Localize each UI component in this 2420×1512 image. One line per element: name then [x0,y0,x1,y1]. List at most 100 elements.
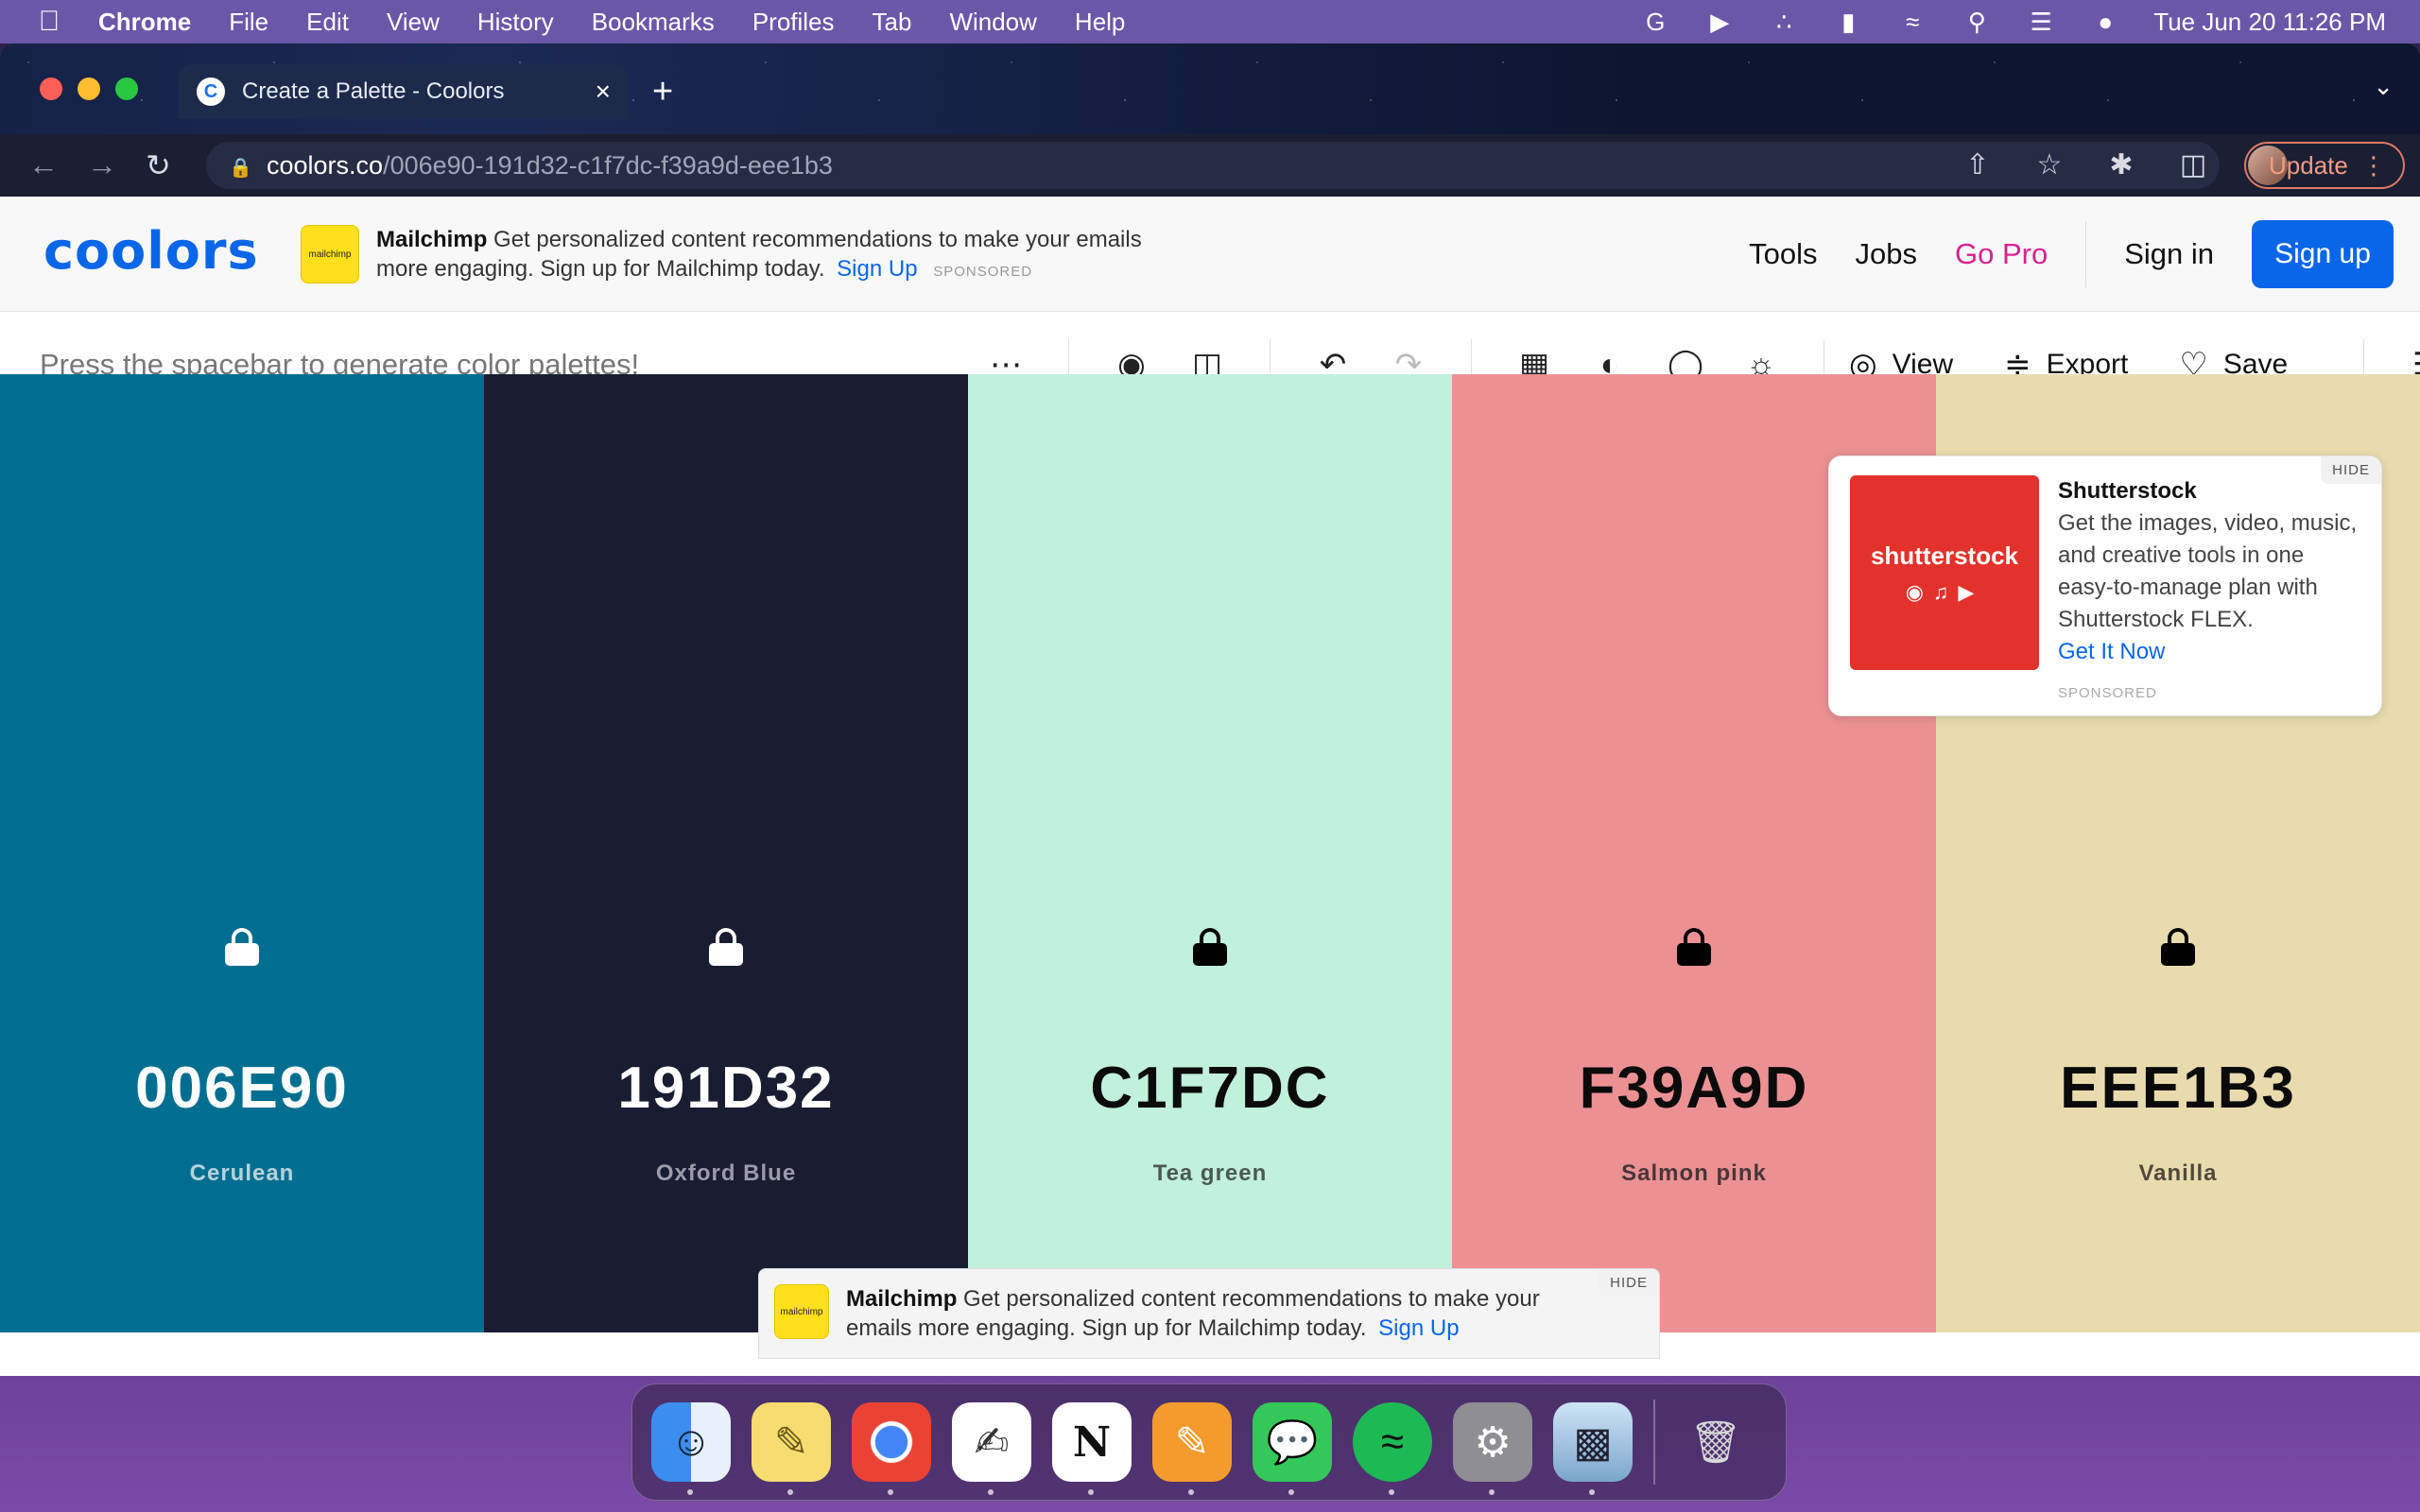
color-name: Salmon pink [1621,1160,1767,1186]
extensions-icon[interactable]: ✱ [2104,148,2138,182]
finder-icon[interactable]: ☺ [651,1402,731,1495]
lock-icon[interactable] [2161,928,2195,966]
tab-strip: C Create a Palette - Coolors × + ⌄ [0,43,2420,134]
lock-icon[interactable] [225,928,259,966]
reload-icon[interactable]: ↻ [146,147,171,183]
bookmark-star-icon[interactable]: ☆ [2032,148,2066,182]
menu-file[interactable]: File [229,8,268,37]
chrome-icon[interactable] [852,1402,931,1495]
mac-menu-bar:  Chrome File Edit View History Bookmark… [0,0,2420,43]
ad-cta-link[interactable]: Get It Now [2058,639,2165,664]
color-name: Vanilla [2138,1160,2218,1186]
apple-icon[interactable]:  [21,6,78,38]
menu-profiles[interactable]: Profiles [752,8,835,37]
menu-edit[interactable]: Edit [306,8,349,37]
ad-signup-link[interactable]: Sign Up [1378,1315,1459,1341]
shutterstock-ad-image[interactable]: shutterstock ◉♫▶ [1850,475,2039,670]
nav-tools[interactable]: Tools [1749,237,1817,271]
tab-search-icon[interactable]: ⌄ [2373,72,2394,101]
search-icon[interactable]: ⚲ [1961,8,1993,36]
shutterstock-logo: shutterstock [1870,541,2019,570]
menu-bookmarks[interactable]: Bookmarks [592,8,715,37]
minimize-window-icon[interactable] [78,77,100,100]
lock-icon[interactable] [709,928,743,966]
url-path: /006e90-191d32-c1f7dc-f39a9d-eee1b3 [383,150,833,180]
coolors-logo[interactable]: coolors [43,221,259,281]
textedit-icon[interactable]: ✍ [952,1402,1031,1495]
preview-icon[interactable]: ▩ [1553,1402,1633,1495]
update-label: Update [2269,150,2348,180]
site-nav: Tools Jobs Go Pro Sign in Sign up [1749,197,2420,312]
dock-divider [1653,1400,1655,1485]
notion-icon[interactable]: N [1052,1402,1132,1495]
menu-view[interactable]: View [387,8,440,37]
update-button[interactable]: Update ⋮ [2244,142,2405,189]
notes-icon[interactable]: ✎ [752,1402,831,1495]
ad-brand: Mailchimp [376,227,488,252]
palette-color-3[interactable]: C1F7DC Tea green [968,374,1452,1332]
color-hex[interactable]: F39A9D [1580,1055,1809,1122]
hide-ad-button[interactable]: HIDE [2321,456,2381,484]
hide-ad-button[interactable]: HIDE [1599,1269,1659,1297]
color-hex[interactable]: C1F7DC [1090,1055,1329,1122]
sign-up-button[interactable]: Sign up [2252,220,2394,288]
back-icon[interactable]: ← [28,147,59,182]
ad-body: Get the images, video, music, and creati… [2058,510,2358,632]
new-tab-icon[interactable]: + [652,72,673,112]
bottom-ad[interactable]: mailchimp Mailchimp Get personalized con… [758,1268,1660,1359]
nav-jobs[interactable]: Jobs [1856,237,1917,271]
share-icon[interactable]: ⇧ [1961,148,1995,182]
top-ad[interactable]: mailchimp Mailchimp Get personalized con… [301,225,1151,286]
shutterstock-ad[interactable]: shutterstock ◉♫▶ Shutterstock Get the im… [1828,455,2382,716]
side-panel-icon[interactable]: ◫ [2176,148,2210,182]
menu-kebab-icon[interactable]: ⋮ [2361,151,2386,180]
menu-tab[interactable]: Tab [873,8,912,37]
datetime[interactable]: Tue Jun 20 11:26 PM [2153,8,2386,37]
nav-go-pro[interactable]: Go Pro [1955,237,2048,271]
zoom-window-icon[interactable] [115,77,138,100]
lock-icon[interactable] [1677,928,1711,966]
color-name: Tea green [1152,1160,1268,1186]
palette-color-1[interactable]: 006E90 Cerulean [0,374,484,1332]
menu-history[interactable]: History [477,8,554,37]
site-header: coolors mailchimp Mailchimp Get personal… [0,197,2420,312]
messages-icon[interactable]: 💬 [1253,1402,1332,1495]
activity-icon[interactable]: ∴ [1768,8,1800,36]
color-hex[interactable]: EEE1B3 [2060,1055,2296,1122]
play-icon[interactable]: ▶ [1703,8,1736,36]
menu-help[interactable]: Help [1075,8,1125,37]
trash-icon[interactable]: 🗑 [1676,1402,1755,1482]
window-controls [40,77,138,100]
address-bar[interactable]: 🔒 coolors.co/006e90-191d32-c1f7dc-f39a9d… [206,142,2220,189]
siri-icon[interactable]: ● [2089,8,2121,36]
color-hex[interactable]: 006E90 [135,1055,349,1122]
battery-icon[interactable]: ▮ [1832,8,1864,36]
mailchimp-logo-icon[interactable]: mailchimp [774,1284,829,1339]
nav-divider [2085,221,2087,287]
menu-window[interactable]: Window [949,8,1036,37]
pages-icon[interactable]: ✎ [1152,1402,1232,1495]
ad-sponsored: SPONSORED [933,264,1033,280]
sign-in-link[interactable]: Sign in [2124,237,2214,271]
forward-icon[interactable]: → [87,147,117,182]
settings-icon[interactable]: ⚙ [1453,1402,1532,1495]
lock-icon[interactable]: 🔒 [229,156,252,179]
tab-title: Create a Palette - Coolors [242,78,505,104]
grammarly-icon[interactable]: G [1639,8,1671,36]
mailchimp-logo-icon[interactable]: mailchimp [301,225,359,284]
control-center-icon[interactable]: ☰ [2025,8,2057,36]
media-icons: ◉♫▶ [1905,579,1984,604]
lock-icon[interactable] [1193,928,1227,966]
close-window-icon[interactable] [40,77,62,100]
ad-signup-link[interactable]: Sign Up [837,256,917,282]
color-hex[interactable]: 191D32 [617,1055,834,1122]
color-name: Cerulean [189,1160,295,1186]
palette-color-2[interactable]: 191D32 Oxford Blue [484,374,968,1332]
menu-app-name[interactable]: Chrome [98,8,191,37]
url-host: coolors.co [267,150,384,180]
dock: ☺ ✎ ✍ N ✎ 💬 ≈ ⚙ ▩ 🗑 [631,1383,1787,1501]
wifi-icon[interactable]: ≈ [1896,8,1928,36]
spotify-icon[interactable]: ≈ [1353,1402,1432,1495]
tab-coolors[interactable]: C Create a Palette - Coolors × [178,64,628,119]
close-tab-icon[interactable]: × [596,77,611,107]
